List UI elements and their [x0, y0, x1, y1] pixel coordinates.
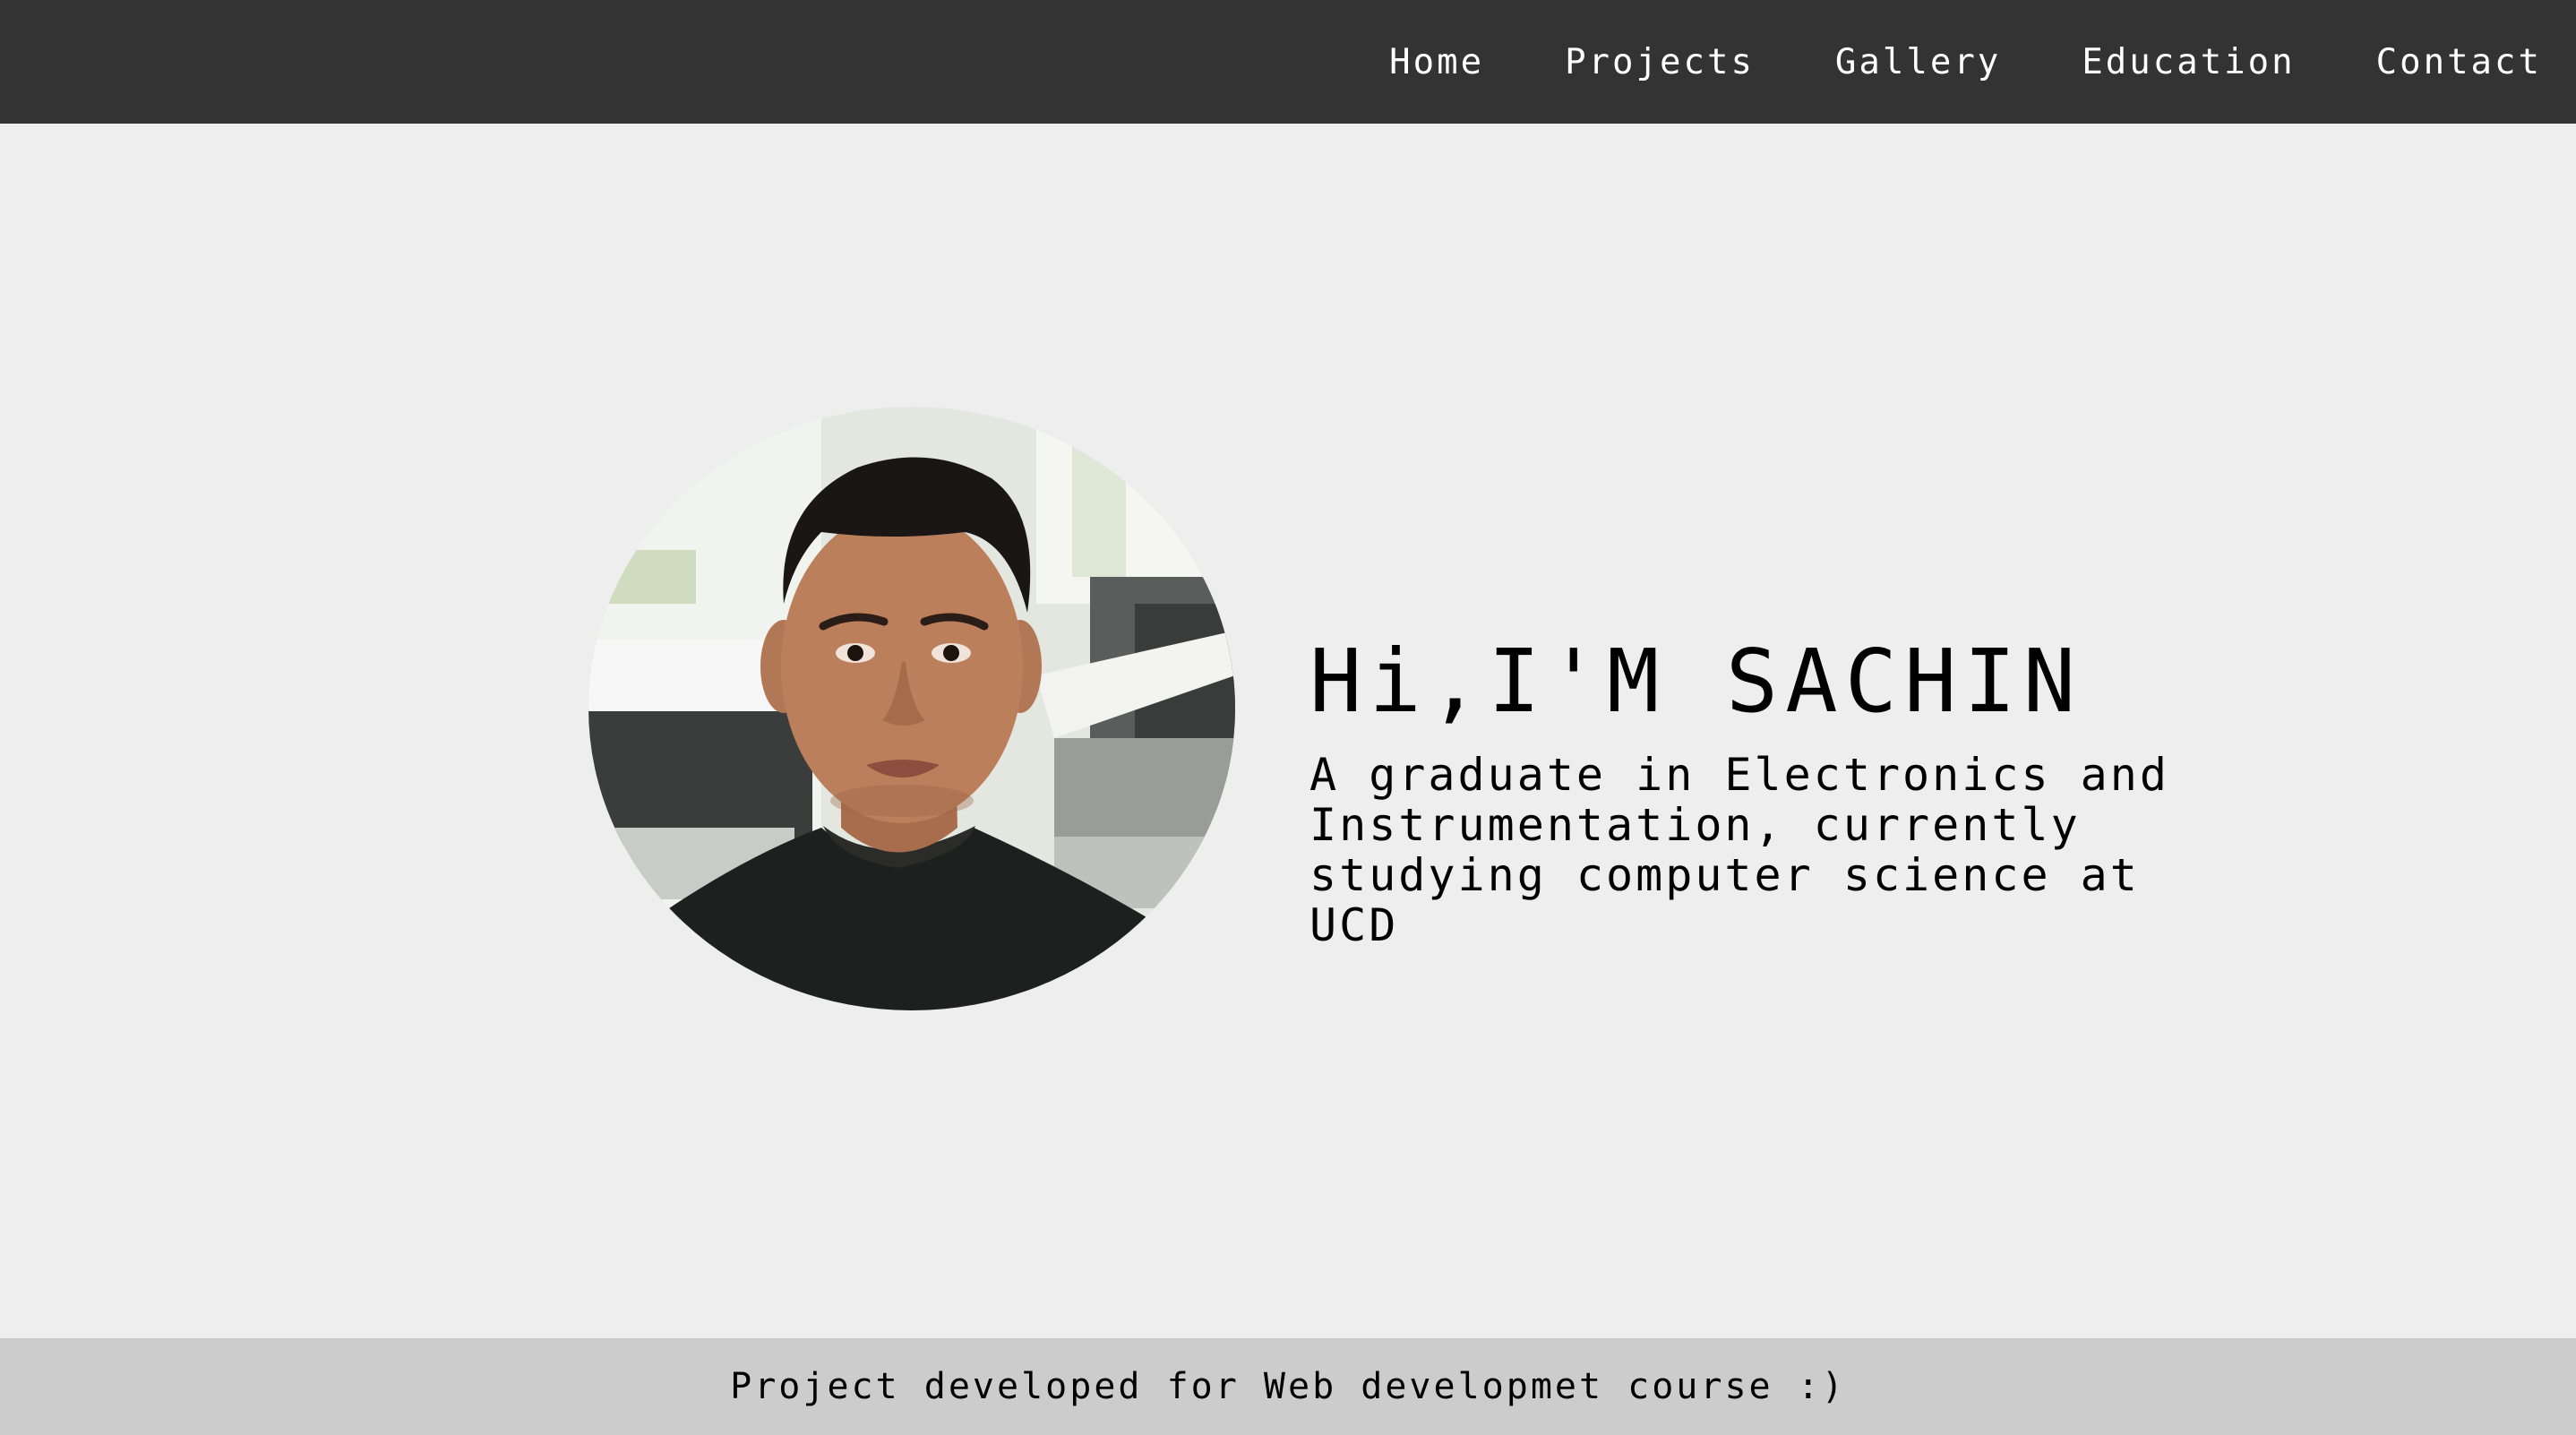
nav-link-projects[interactable]: Projects [1565, 42, 1755, 82]
profile-photo [588, 407, 1235, 1010]
hero-title: Hi,I'M SACHIN [1309, 631, 2083, 732]
hero-subtitle: A graduate in Electronics and Instrument… [1309, 748, 2169, 951]
nav-item-home: Home [1389, 42, 1484, 82]
nav-item-education: Education [2082, 42, 2295, 82]
nav-item-contact: Contact [2376, 42, 2542, 82]
nav-link-contact[interactable]: Contact [2376, 42, 2542, 82]
profile-photo-illustration [588, 407, 1235, 1010]
nav-item-gallery: Gallery [1835, 42, 2001, 82]
hero-text: Hi,I'M SACHIN A graduate in Electronics … [1309, 631, 2295, 951]
hero-section: Hi,I'M SACHIN A graduate in Electronics … [0, 124, 2576, 1338]
page-footer: Project developed for Web developmet cou… [0, 1338, 2576, 1435]
nav-item-projects: Projects [1565, 42, 1755, 82]
nav-link-education[interactable]: Education [2082, 42, 2295, 82]
nav-link-gallery[interactable]: Gallery [1835, 42, 2001, 82]
top-navbar: Home Projects Gallery Education Contact [0, 0, 2576, 124]
nav-link-home[interactable]: Home [1389, 42, 1484, 82]
nav-menu: Home Projects Gallery Education Contact [1389, 0, 2542, 124]
footer-text: Project developed for Web developmet cou… [730, 1366, 1846, 1407]
